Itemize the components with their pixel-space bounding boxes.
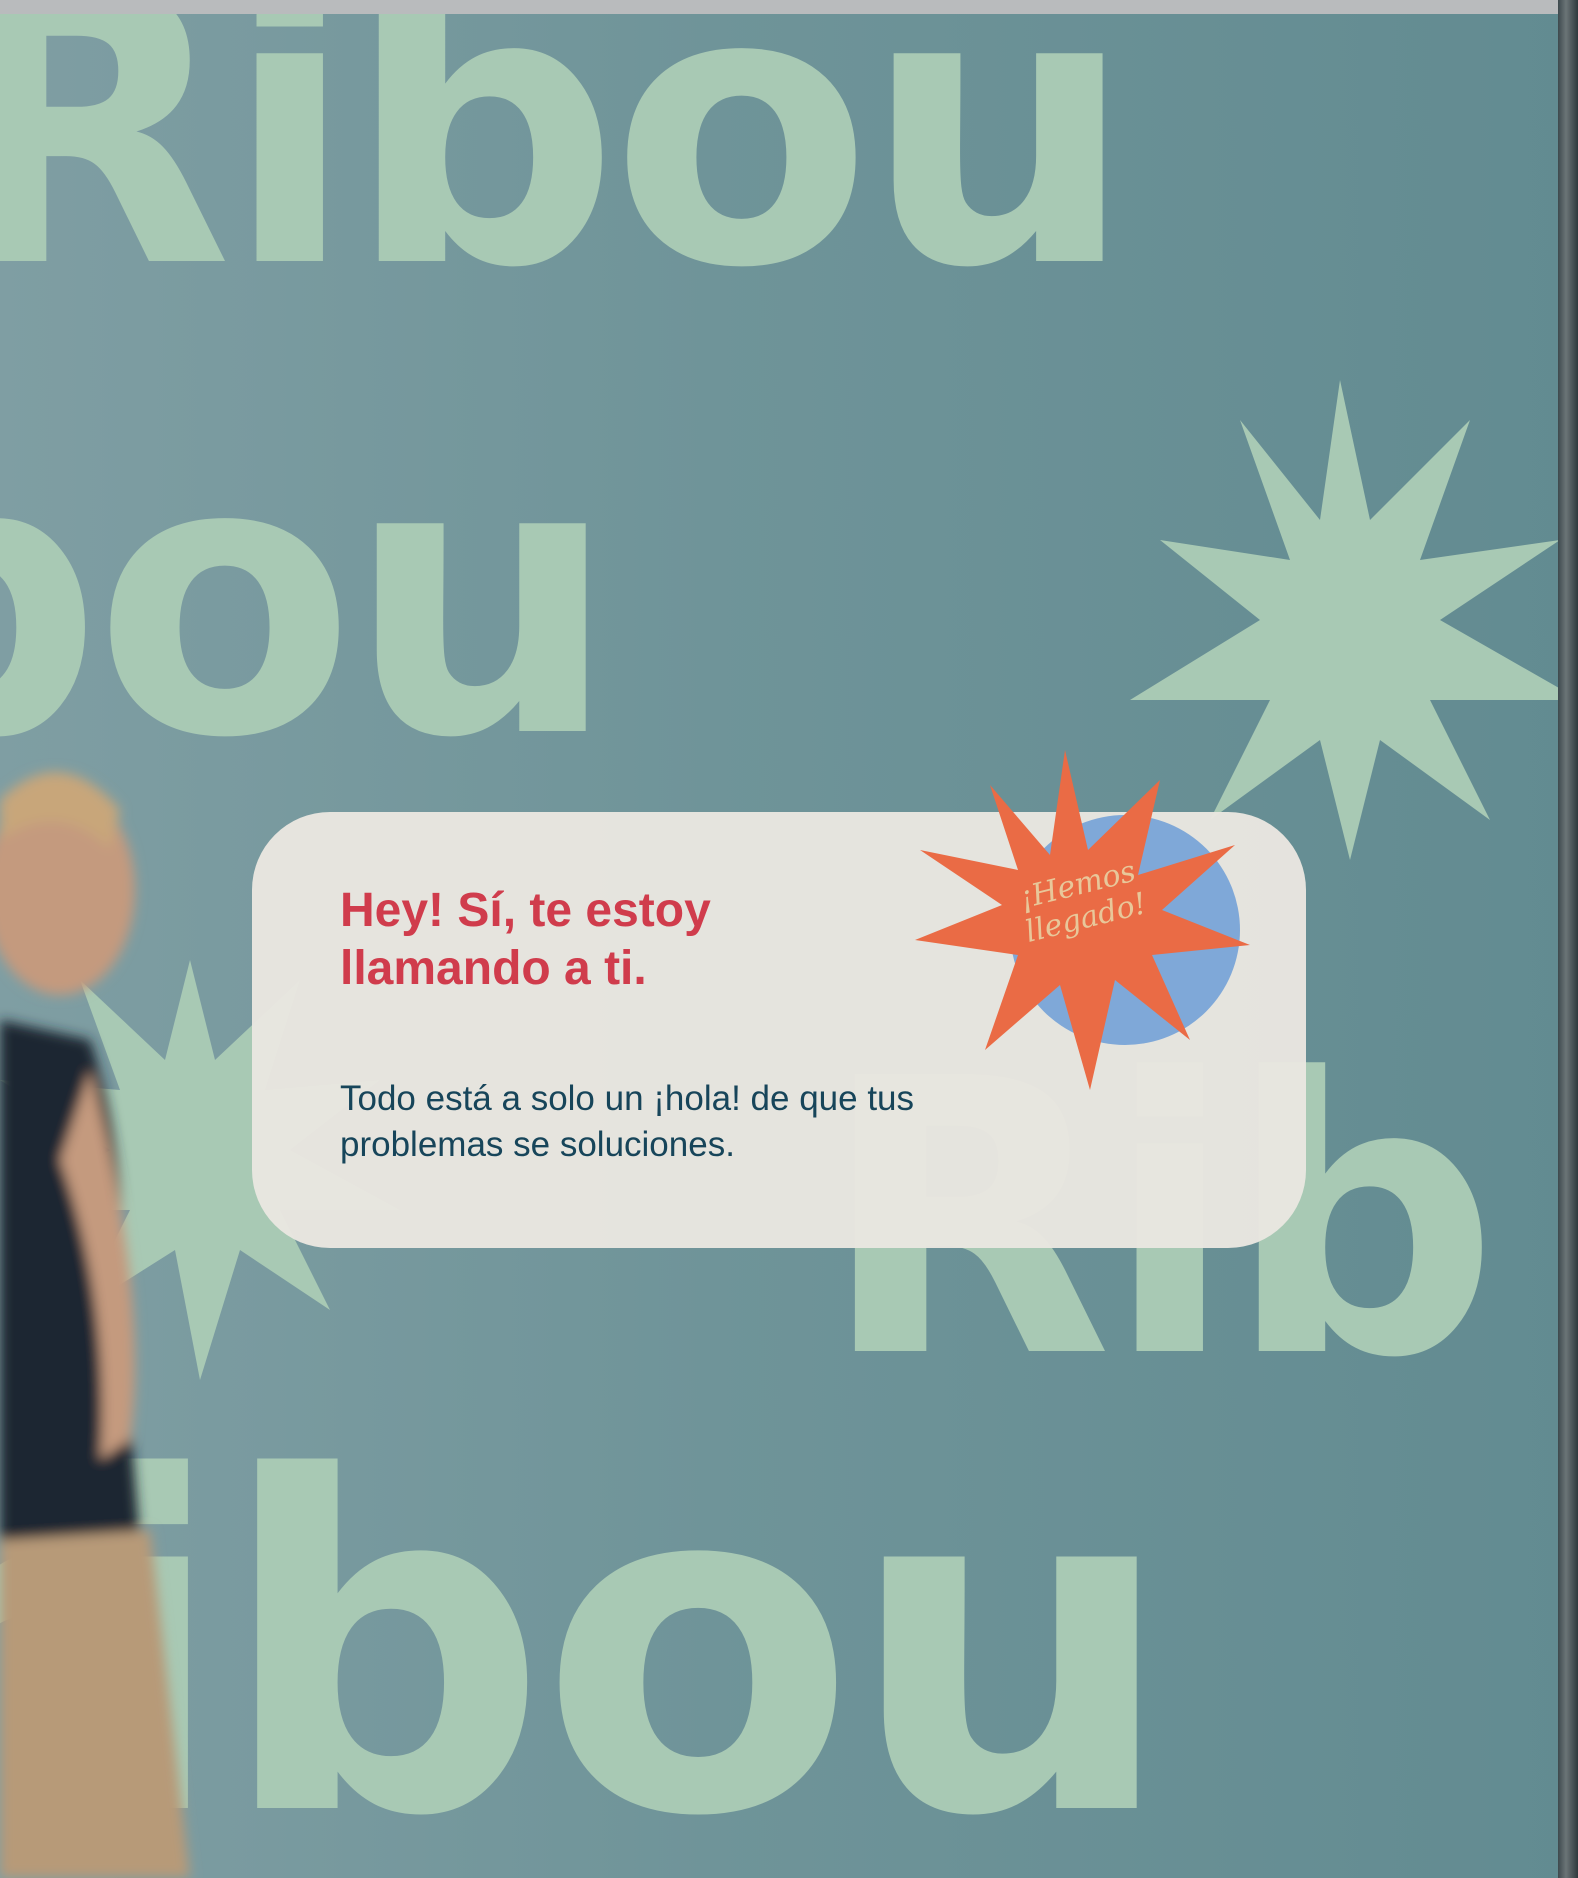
passerby-figure xyxy=(0,772,190,1878)
shop-window: Ribou bou Rib ribou Hey! Sí, te estoy ll… xyxy=(0,0,1578,1878)
poster-headline: Hey! Sí, te estoy llamando a ti. xyxy=(340,884,711,995)
window-top-rail xyxy=(0,0,1578,14)
window-frame-right xyxy=(1558,0,1578,1878)
passerby-pants xyxy=(0,1530,190,1878)
poster-body: Todo está a solo un ¡hola! de que tus pr… xyxy=(340,1079,915,1164)
